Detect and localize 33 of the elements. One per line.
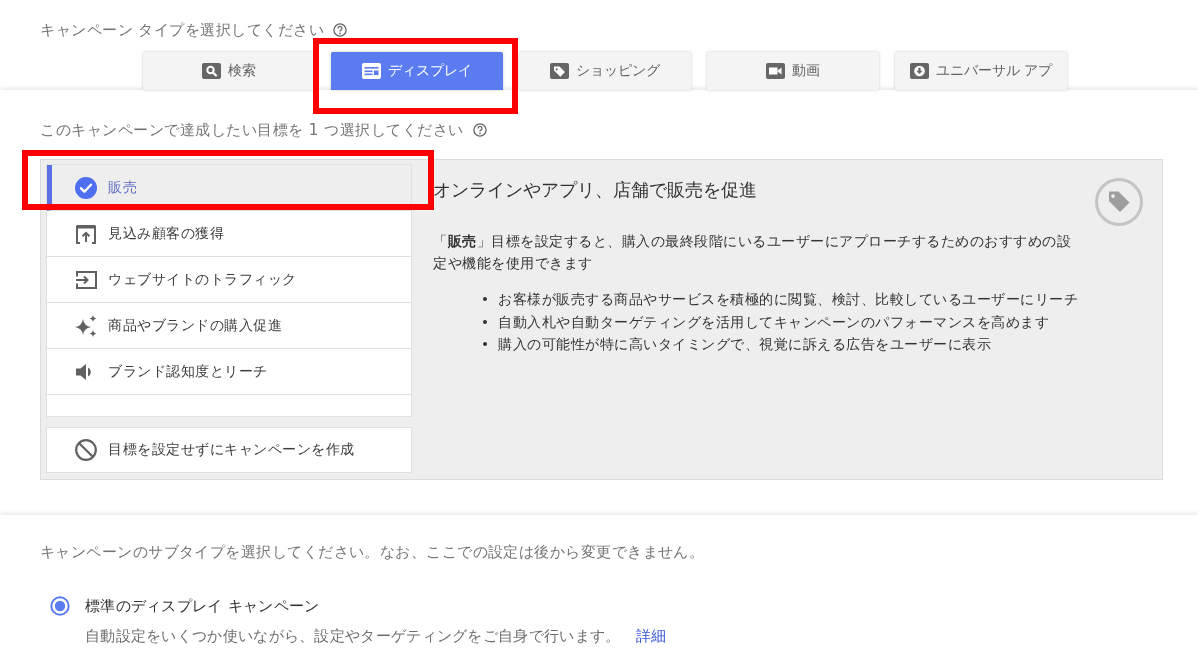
prohibited-icon bbox=[75, 439, 97, 461]
bullet-icon bbox=[483, 342, 487, 347]
bullet-text: 自動入札や自動ターゲティングを活用してキャンペーンのパフォーマンスを高めます bbox=[498, 312, 1049, 332]
bullet-icon bbox=[483, 297, 487, 302]
section-heading: キャンペーンのサブタイプを選択してください。なお、ここでの設定は後から変更できません。 bbox=[40, 542, 706, 562]
option-label: 標準のディスプレイ キャンペーン bbox=[85, 596, 320, 616]
tag-icon bbox=[1095, 178, 1143, 226]
check-circle-icon bbox=[75, 176, 97, 199]
details-link[interactable]: 詳細 bbox=[635, 626, 666, 646]
campaign-type-tab[interactable]: ユニバーサル アプ bbox=[895, 52, 1067, 90]
campaign-type-tab[interactable]: ショッピング bbox=[519, 52, 691, 90]
option-description: 自動設定をいくつか使いながら、設定やターゲティングをご自身で行います。 bbox=[85, 626, 621, 646]
display-icon bbox=[362, 63, 381, 79]
detail-title: オンラインやアプリ、店舗で販売を促進 bbox=[433, 179, 757, 201]
bullet-text: 購入の可能性が特に高いタイミングで、視覚に訴える広告をユーザーに表示 bbox=[498, 335, 991, 354]
tag-icon bbox=[550, 63, 569, 79]
radio-button[interactable] bbox=[50, 596, 70, 616]
bullet-text: お客様が販売する商品やサービスを積極的に閲覧、検討、比較しているユーザーにリーチ bbox=[498, 290, 1078, 309]
sign-in-icon bbox=[75, 268, 97, 291]
sparkle-icon bbox=[75, 314, 97, 337]
section-heading: このキャンペーンで達成したい目標を 1 つ選択してください bbox=[40, 120, 464, 140]
help-icon[interactable] bbox=[333, 23, 348, 37]
section-heading: キャンペーン タイプを選択してください bbox=[40, 20, 325, 41]
help-icon[interactable] bbox=[472, 123, 487, 137]
video-camera-icon bbox=[766, 63, 785, 79]
search-icon bbox=[202, 63, 221, 79]
no-goal-option[interactable]: 目標を設定せずにキャンペーンを作成 bbox=[46, 427, 412, 473]
bullet-icon bbox=[483, 319, 487, 324]
campaign-type-tab[interactable]: 動画 bbox=[707, 52, 879, 90]
campaign-type-tab[interactable]: 検索 bbox=[143, 52, 315, 90]
download-icon bbox=[909, 63, 929, 79]
detail-description: 「販売」目標を設定すると、購入の最終段階にいるユーザーにアプローチするためのおすすめの設定や機能を使用できます bbox=[433, 232, 1072, 273]
upload-box-icon bbox=[75, 222, 97, 245]
